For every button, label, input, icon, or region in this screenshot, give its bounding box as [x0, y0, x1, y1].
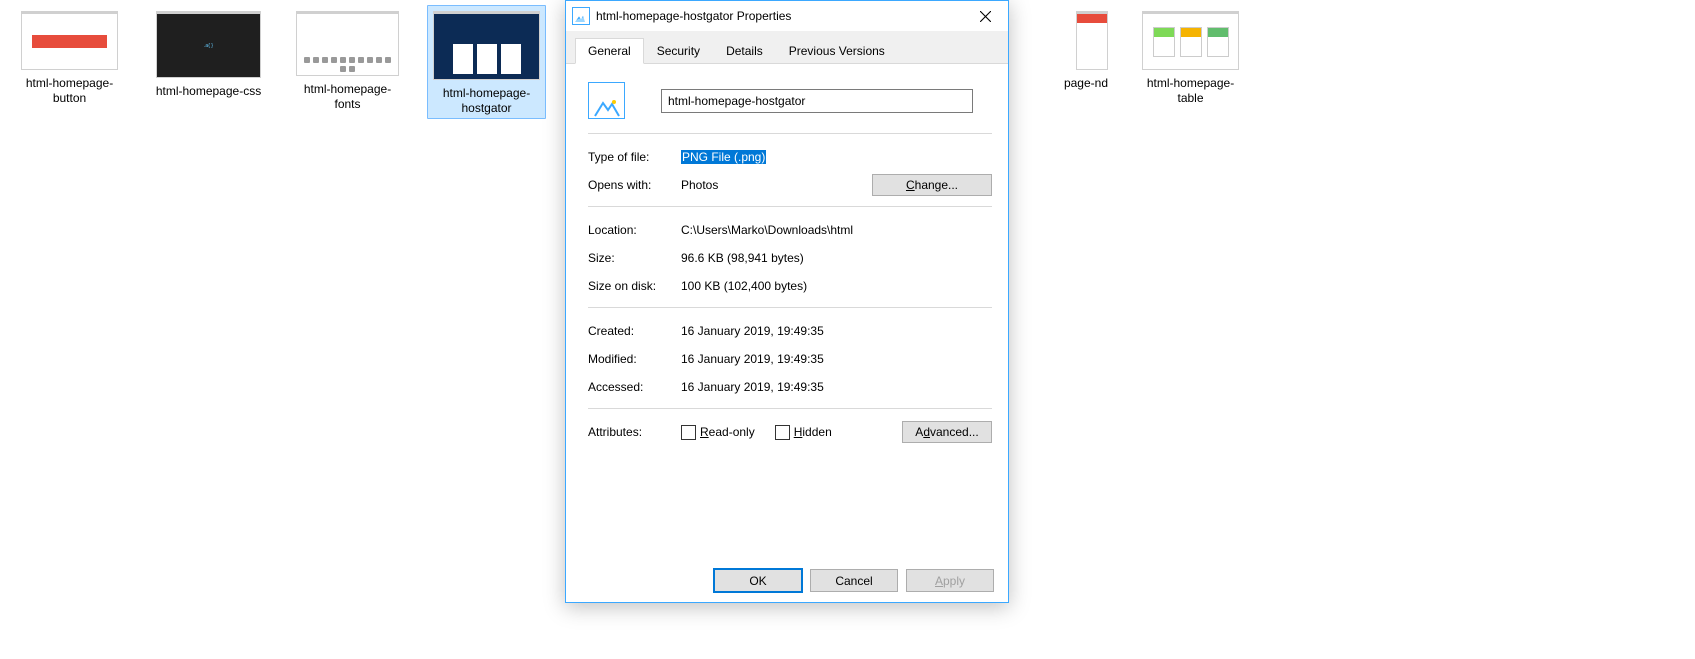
file-thumbnail: [1142, 11, 1239, 70]
divider: [588, 133, 992, 134]
titlebar[interactable]: html-homepage-hostgator Properties: [566, 1, 1008, 31]
file-thumbnail: [296, 11, 399, 76]
file-item[interactable]: .a{ } html-homepage-css: [149, 5, 268, 119]
location-label: Location:: [588, 223, 681, 237]
file-label: html-homepage-hostgator: [430, 86, 543, 116]
file-thumbnail: [21, 11, 118, 70]
accessed-value: 16 January 2019, 19:49:35: [681, 380, 824, 394]
size-value: 96.6 KB (98,941 bytes): [681, 251, 804, 265]
divider: [588, 307, 992, 308]
location-value: C:\Users\Marko\Downloads\html: [681, 223, 853, 237]
ok-button[interactable]: OK: [714, 569, 802, 592]
file-type-icon: [588, 82, 625, 119]
change-button[interactable]: Change...: [872, 174, 992, 196]
file-thumbnail: [433, 11, 540, 80]
file-item[interactable]: html-homepage-button: [10, 5, 129, 119]
size-on-disk-value: 100 KB (102,400 bytes): [681, 279, 807, 293]
created-value: 16 January 2019, 19:49:35: [681, 324, 824, 338]
readonly-checkbox[interactable]: Read-only: [681, 425, 755, 440]
divider: [588, 408, 992, 409]
tab-bar: General Security Details Previous Versio…: [566, 31, 1008, 64]
close-icon: [980, 11, 991, 22]
filename-input[interactable]: [661, 89, 973, 113]
apply-button[interactable]: Apply: [906, 569, 994, 592]
file-item[interactable]: page-nd: [1057, 5, 1111, 119]
tab-details[interactable]: Details: [713, 39, 776, 63]
created-label: Created:: [588, 324, 681, 338]
file-item[interactable]: html-homepage-table: [1131, 5, 1250, 119]
size-on-disk-label: Size on disk:: [588, 279, 681, 293]
file-item-selected[interactable]: html-homepage-hostgator: [427, 5, 546, 119]
attributes-label: Attributes:: [588, 425, 681, 439]
divider: [588, 206, 992, 207]
window-icon: [572, 7, 590, 25]
size-label: Size:: [588, 251, 681, 265]
hidden-checkbox[interactable]: Hidden: [775, 425, 832, 440]
tab-previous-versions[interactable]: Previous Versions: [776, 39, 898, 63]
opens-with-label: Opens with:: [588, 178, 681, 192]
tab-content: Type of file: PNG File (.png) Opens with…: [566, 64, 1008, 459]
file-label: html-homepage-table: [1134, 76, 1247, 106]
file-label: page-nd: [1064, 76, 1108, 91]
checkbox-icon: [775, 425, 790, 440]
cancel-button[interactable]: Cancel: [810, 569, 898, 592]
advanced-button[interactable]: Advanced...: [902, 421, 992, 443]
window-title: html-homepage-hostgator Properties: [596, 9, 963, 23]
type-label: Type of file:: [588, 150, 681, 164]
file-label: html-homepage-css: [156, 84, 261, 99]
modified-label: Modified:: [588, 352, 681, 366]
properties-dialog: html-homepage-hostgator Properties Gener…: [565, 0, 1009, 603]
tab-security[interactable]: Security: [644, 39, 713, 63]
modified-value: 16 January 2019, 19:49:35: [681, 352, 824, 366]
file-item[interactable]: html-homepage-fonts: [288, 5, 407, 119]
file-thumbnail: [1076, 11, 1108, 70]
dialog-buttons: OK Cancel Apply: [714, 569, 994, 592]
tab-general[interactable]: General: [575, 38, 644, 64]
file-label: html-homepage-fonts: [291, 82, 404, 112]
checkbox-icon: [681, 425, 696, 440]
type-value: PNG File (.png): [681, 150, 766, 164]
file-label: html-homepage-button: [13, 76, 126, 106]
opens-with-value: Photos: [681, 178, 872, 192]
close-button[interactable]: [963, 1, 1008, 31]
file-thumbnail: .a{ }: [156, 11, 261, 78]
accessed-label: Accessed:: [588, 380, 681, 394]
desktop: html-homepage-button .a{ } html-homepage…: [0, 0, 1695, 659]
